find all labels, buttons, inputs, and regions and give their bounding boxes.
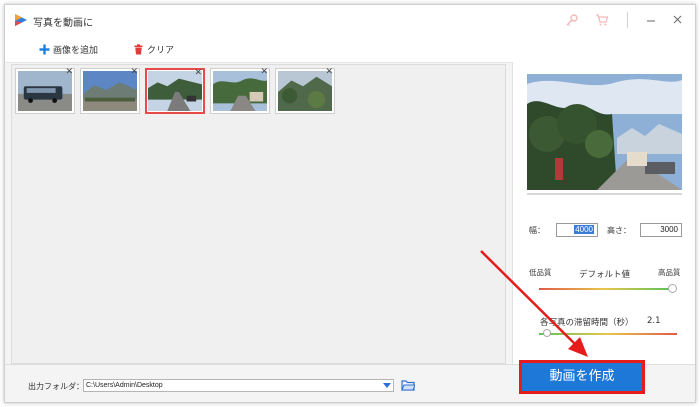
thumbnail-item[interactable]: ✕ [210, 68, 270, 114]
key-icon[interactable] [565, 13, 579, 27]
thumbnail-remove-icon[interactable]: ✕ [130, 68, 138, 77]
quality-high-label: 高品質 [658, 268, 681, 277]
folder-icon[interactable] [401, 379, 415, 391]
chevron-down-icon[interactable] [383, 383, 391, 388]
thumbnail-image [18, 71, 72, 111]
quality-slider[interactable] [539, 288, 669, 290]
add-image-label: 画像を追加 [53, 45, 99, 56]
clear-label: クリア [147, 45, 175, 56]
plus-icon [39, 44, 50, 54]
thumbnail-item[interactable]: ✕ [15, 68, 75, 114]
duration-value: 2.1 [647, 316, 661, 326]
settings-panel: 幅： 4000 高さ： 3000 低品質 デフォルト値 高品質 各写真の滞留時間… [512, 62, 695, 364]
thumbnail-item-selected[interactable]: ✕ [145, 68, 205, 114]
minimize-button[interactable] [643, 11, 661, 29]
width-input[interactable]: 4000 [556, 223, 598, 237]
app-window: 写真を動画に 画像を追加 クリア ✕ ✕ ✕ ✕ ✕ 幅： 4000 高さ： 3… [4, 4, 696, 403]
duration-slider[interactable] [539, 333, 677, 335]
thumbnail-remove-icon[interactable]: ✕ [194, 69, 202, 78]
minimize-icon [647, 20, 655, 22]
add-image-button[interactable]: 画像を追加 [39, 41, 98, 57]
thumbnail-image [213, 71, 267, 111]
thumbnail-item[interactable]: ✕ [80, 68, 140, 114]
output-folder-path: C:\Users\Admin\Desktop [86, 382, 163, 389]
thumbnail-image [278, 71, 332, 111]
thumbnail-item[interactable]: ✕ [275, 68, 335, 114]
width-label: 幅： [529, 226, 545, 235]
duration-label: 各写真の滞留時間（秒） [540, 318, 634, 328]
cart-icon[interactable] [595, 13, 609, 27]
toolbar: 画像を追加 クリア [5, 35, 695, 63]
preview-progress-bar [527, 193, 682, 195]
quality-default-label: デフォルト値 [579, 270, 631, 280]
quality-slider-knob[interactable] [668, 284, 677, 293]
close-button[interactable] [669, 11, 687, 29]
thumbnail-remove-icon[interactable]: ✕ [260, 68, 268, 77]
output-folder-label: 出力フォルダ： [28, 382, 84, 391]
window-title: 写真を動画に [33, 18, 93, 29]
thumbnail-image [83, 71, 137, 111]
app-logo-icon [15, 14, 27, 26]
duration-slider-knob[interactable] [543, 329, 551, 337]
create-video-button[interactable]: 動画を作成 [519, 360, 645, 394]
close-icon [673, 15, 682, 24]
clear-button[interactable]: クリア [133, 41, 174, 57]
quality-low-label: 低品質 [529, 268, 552, 277]
image-list-area[interactable]: ✕ ✕ ✕ ✕ ✕ [11, 64, 506, 364]
title-bar: 写真を動画に [5, 5, 695, 35]
height-input[interactable]: 3000 [640, 223, 682, 237]
trash-icon [134, 43, 143, 54]
height-label: 高さ： [607, 226, 631, 235]
image-preview [527, 74, 682, 190]
thumbnail-remove-icon[interactable]: ✕ [65, 68, 73, 77]
titlebar-divider [627, 12, 628, 28]
thumbnail-remove-icon[interactable]: ✕ [325, 68, 333, 77]
output-folder-select[interactable]: C:\Users\Admin\Desktop [83, 379, 394, 392]
